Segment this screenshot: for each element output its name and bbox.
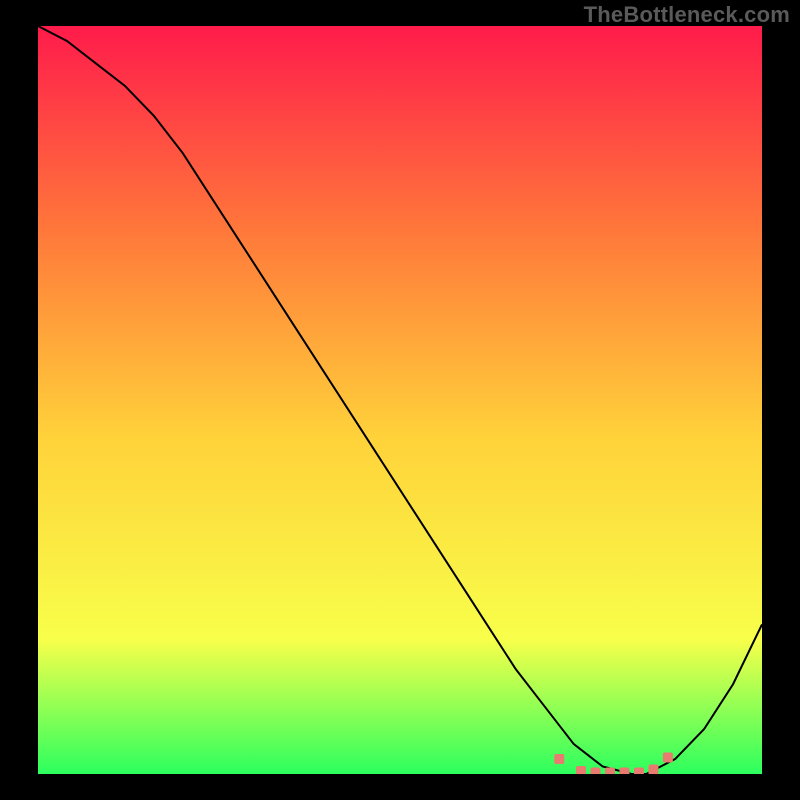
plot-area [38,26,762,774]
flat-zone-marker [605,768,615,775]
flat-zone-marker [554,754,564,764]
bottleneck-chart [38,26,762,774]
flat-zone-marker [663,753,673,763]
flat-zone-marker [634,768,644,775]
watermark-text: TheBottleneck.com [584,2,790,28]
flat-zone-marker [619,768,629,775]
chart-frame: TheBottleneck.com [0,0,800,800]
gradient-background [38,26,762,774]
flat-zone-marker [648,765,658,774]
flat-zone-marker [576,766,586,774]
flat-zone-marker [590,768,600,775]
